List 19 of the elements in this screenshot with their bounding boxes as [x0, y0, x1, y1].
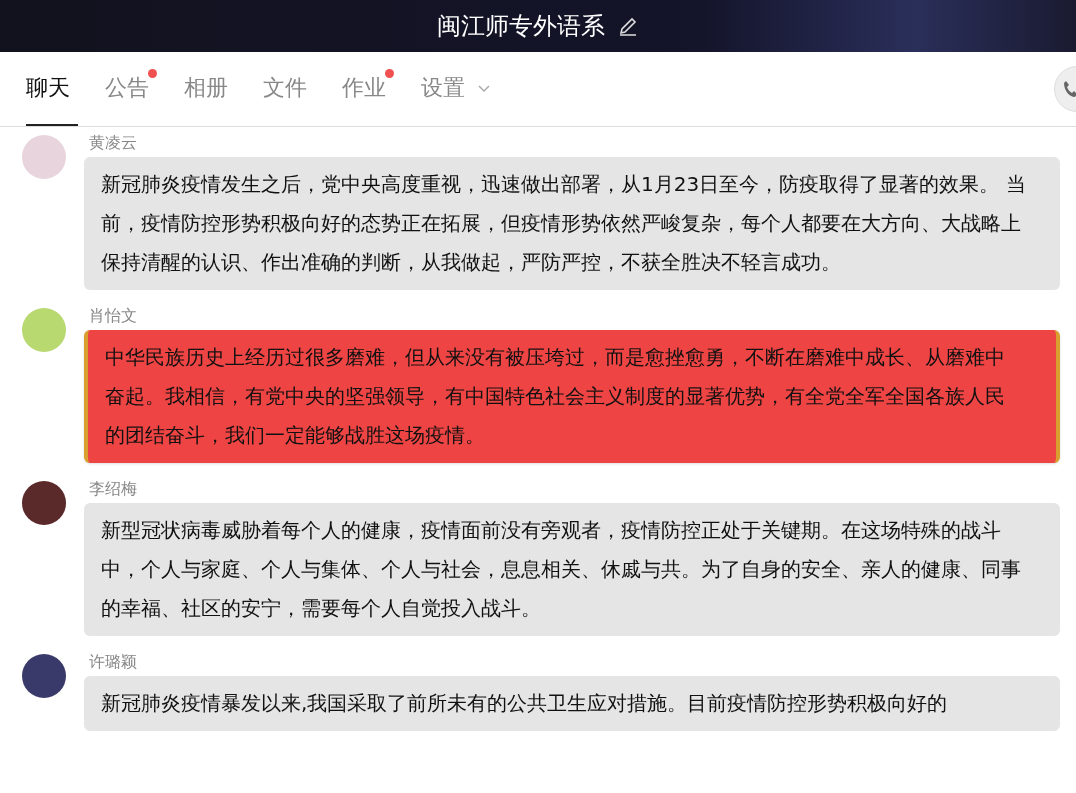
sender-name: 肖怡文: [88, 306, 138, 326]
tab[interactable]: 聊天: [26, 47, 78, 126]
sender-name: 许璐颖: [88, 652, 138, 672]
tab[interactable]: 公告: [105, 47, 157, 126]
message-bubble: 中华民族历史上经历过很多磨难，但从来没有被压垮过，而是愈挫愈勇，不断在磨难中成长、从磨难中奋起。我相信，有党中央的坚强领导，有中国特色社会主义制度的显著优势，有全党全军全国各族人民的团结奋斗，我们一定能够战胜这场疫情。: [84, 330, 1060, 463]
sender-name: 黄凌云: [88, 133, 138, 153]
avatar[interactable]: [22, 481, 66, 525]
phone-icon: [1063, 80, 1076, 98]
sender-name: 李绍梅: [88, 479, 138, 499]
tab[interactable]: 设置: [421, 47, 499, 126]
message-bubble: 新冠肺炎疫情发生之后，党中央高度重视，迅速做出部署，从1月23日至今，防疫取得了显著的效果。 当前，疫情防控形势积极向好的态势正在拓展，但疫情形势依然严峻复杂，每个人都要在大方向、大战略上保持清醒的认识、作出准确的判断，从我做起，严防严控，不获全胜决不轻言成功。: [84, 157, 1060, 290]
avatar[interactable]: [22, 654, 66, 698]
group-title: 闽江师专外语系: [437, 11, 605, 42]
message-bubble: 新型冠状病毒威胁着每个人的健康，疫情面前没有旁观者，疫情防控正处于关键期。在这场特殊的战斗中，个人与家庭、个人与集体、个人与社会，息息相关、休戚与共。为了自身的安全、亲人的健康、同事的幸福、社区的安宁，需要每个人自觉投入战斗。: [84, 503, 1060, 636]
message-bubble: 新冠肺炎疫情暴发以来,我国采取了前所未有的公共卫生应对措施。目前疫情防控形势积极向好的: [84, 676, 1060, 731]
tab[interactable]: 作业: [342, 47, 394, 126]
edit-icon[interactable]: [617, 15, 639, 37]
tab[interactable]: 文件: [263, 47, 315, 126]
tab[interactable]: 相册: [184, 47, 236, 126]
